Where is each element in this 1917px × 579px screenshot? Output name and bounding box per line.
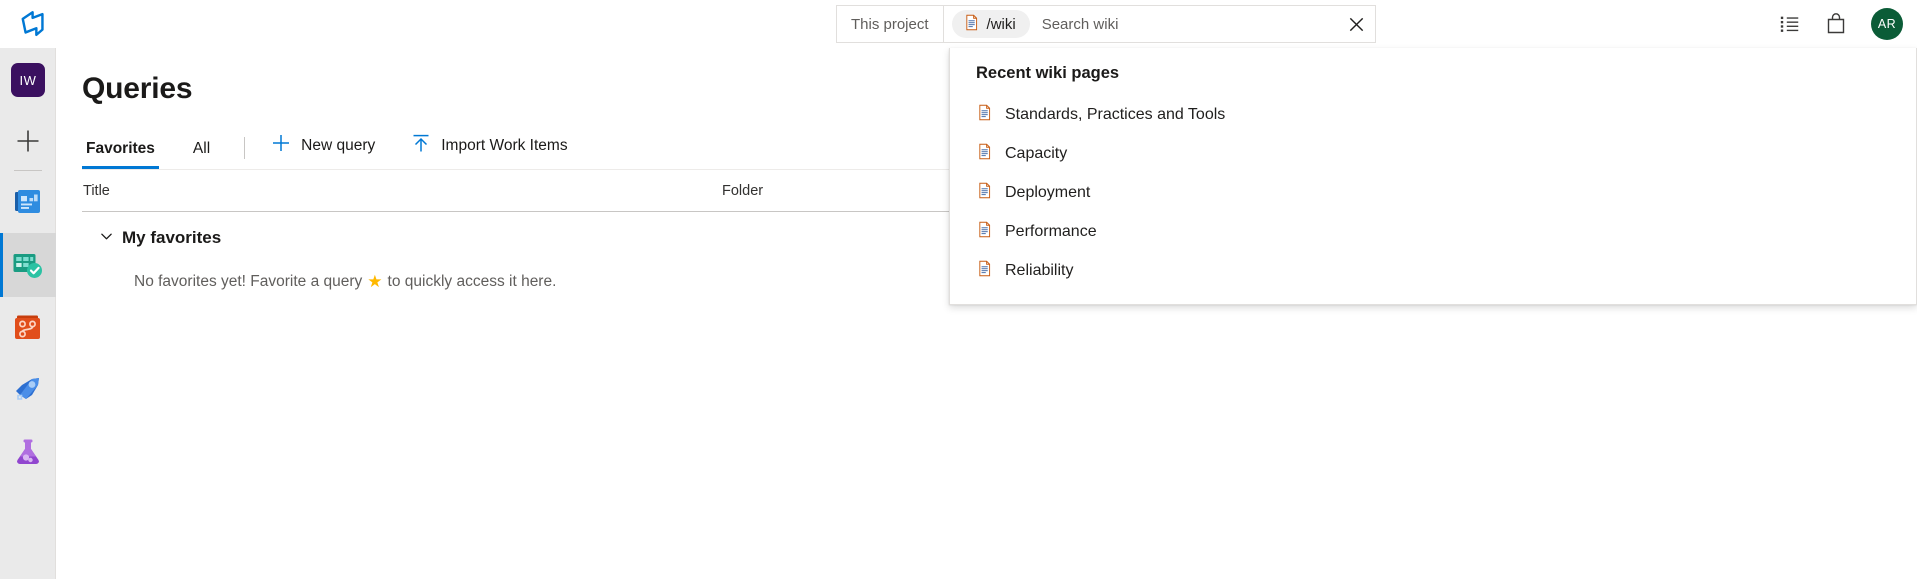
marketplace-bag-icon[interactable] (1813, 0, 1859, 48)
boards-icon (10, 248, 46, 282)
list-item-label: Performance (1005, 223, 1097, 241)
new-query-label: New query (301, 137, 375, 155)
list-item-label: Capacity (1005, 145, 1067, 163)
list-item-label: Deployment (1005, 184, 1090, 202)
sidebar-item-repos[interactable] (0, 297, 56, 359)
upload-icon (411, 133, 431, 158)
page-icon (976, 221, 993, 243)
list-item-label: Standards, Practices and Tools (1005, 106, 1225, 124)
repos-icon (11, 311, 45, 345)
search-clear-button[interactable] (1337, 6, 1375, 42)
page-icon (976, 143, 993, 165)
dropdown-title: Recent wiki pages (950, 64, 1916, 83)
group-row-label: My favorites (122, 228, 221, 248)
list-item[interactable]: Reliability (950, 251, 1916, 290)
sidebar-item-new[interactable] (0, 112, 56, 170)
column-header-title[interactable]: Title (82, 183, 722, 199)
test-plans-icon (11, 435, 45, 469)
search-pill-label: /wiki (987, 16, 1016, 33)
top-bar-actions: AR (1767, 0, 1903, 48)
list-item[interactable]: Capacity (950, 134, 1916, 173)
page-icon (976, 104, 993, 126)
avatar[interactable]: AR (1871, 8, 1903, 40)
work-items-icon[interactable] (1767, 0, 1813, 48)
import-work-items-label: Import Work Items (441, 137, 567, 155)
chevron-down-icon (100, 228, 113, 248)
star-icon: ★ (362, 272, 387, 292)
org-badge: IW (11, 63, 45, 97)
pipelines-icon (11, 373, 45, 407)
list-item[interactable]: Performance (950, 212, 1916, 251)
search-scope-pill[interactable]: /wiki (952, 10, 1030, 38)
app-root: This project /wiki (0, 0, 1917, 579)
toolbar-separator (244, 137, 245, 159)
sidebar-item-org[interactable]: IW (0, 48, 56, 112)
sidebar-item-pipelines[interactable] (0, 359, 56, 421)
plus-icon (14, 127, 42, 155)
page-icon (976, 260, 993, 282)
list-item[interactable]: Standards, Practices and Tools (950, 95, 1916, 134)
empty-message-before: No favorites yet! Favorite a query (134, 273, 362, 291)
empty-message-after: to quickly access it here. (388, 273, 557, 291)
tab-all[interactable]: All (189, 140, 214, 169)
import-work-items-button[interactable]: Import Work Items (411, 133, 567, 169)
overview-icon (11, 185, 45, 219)
list-item-label: Reliability (1005, 262, 1073, 280)
sidebar-item-boards[interactable] (0, 233, 56, 297)
sidebar-item-test-plans[interactable] (0, 421, 56, 483)
sidebar-item-overview[interactable] (0, 171, 56, 233)
azure-devops-logo[interactable] (0, 0, 68, 48)
tab-favorites[interactable]: Favorites (82, 140, 159, 169)
page-icon (963, 14, 980, 35)
new-query-button[interactable]: New query (271, 133, 375, 169)
global-search-box[interactable]: This project /wiki (836, 5, 1376, 43)
left-rail: IW (0, 48, 56, 579)
list-item[interactable]: Deployment (950, 173, 1916, 212)
search-input[interactable] (1030, 6, 1337, 42)
plus-icon (271, 133, 291, 158)
search-scope-label[interactable]: This project (837, 6, 944, 42)
page-icon (976, 182, 993, 204)
recent-wiki-pages-dropdown: Recent wiki pages Standards, Practices a… (949, 48, 1917, 305)
